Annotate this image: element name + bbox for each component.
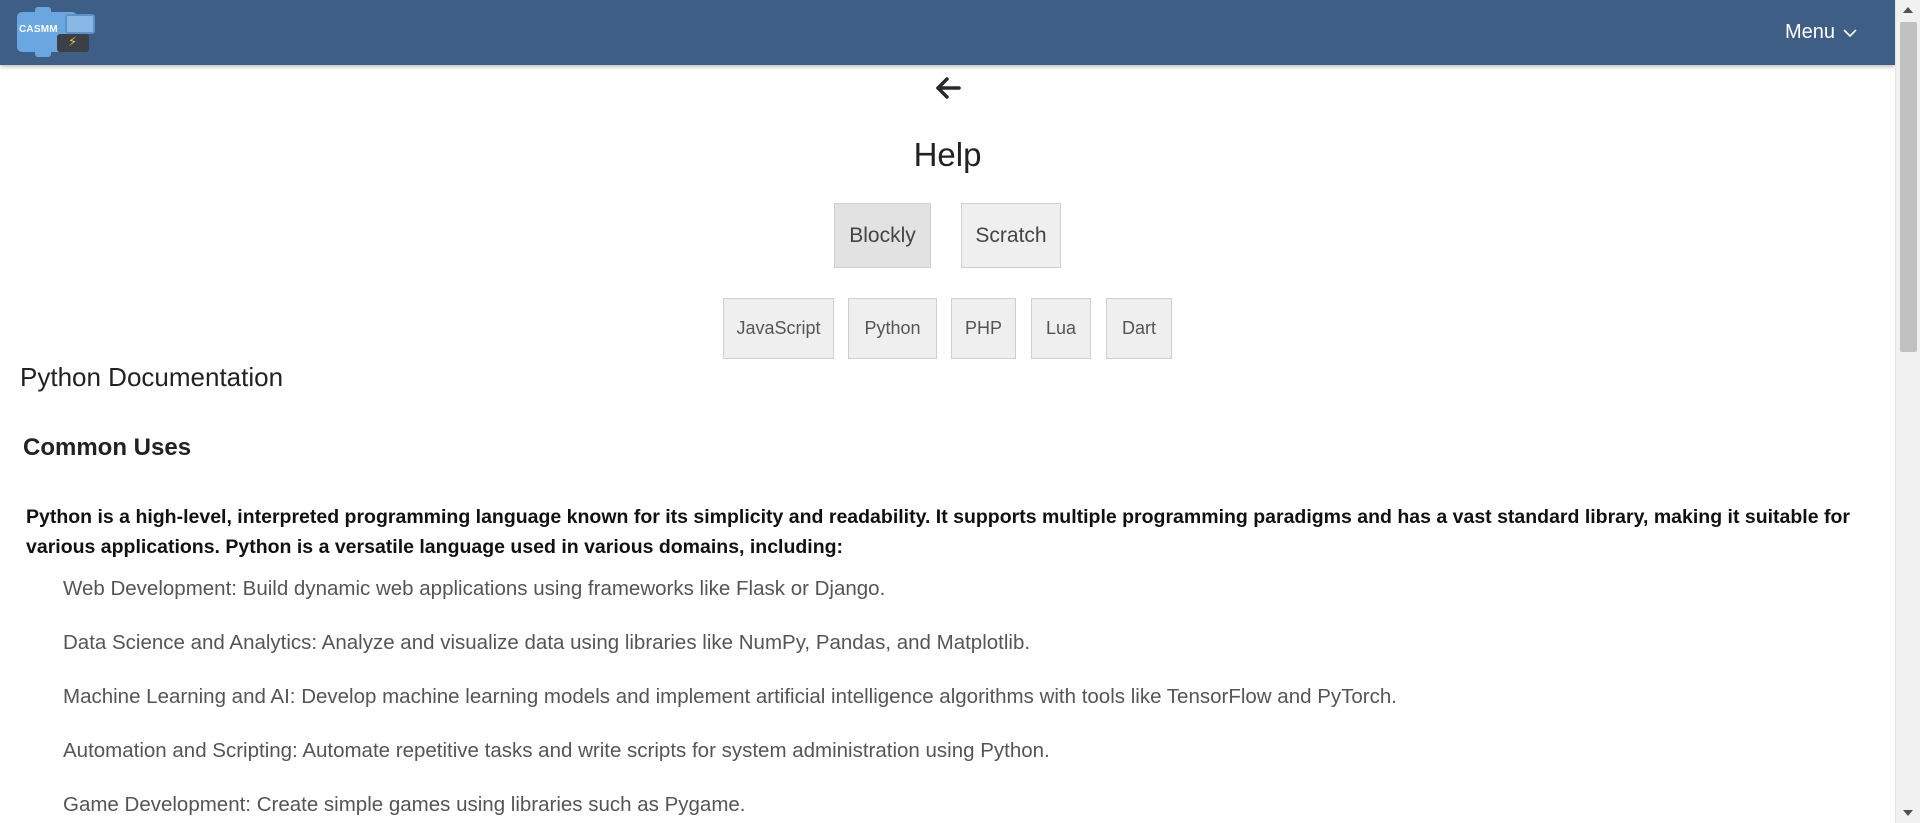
logo-text: CASMM bbox=[19, 23, 58, 35]
logo-puzzle-notch bbox=[35, 6, 51, 15]
lightning-icon: ⚡ bbox=[68, 33, 78, 49]
scroll-down-icon[interactable] bbox=[1903, 810, 1913, 816]
uses-list: Web Development: Build dynamic web appli… bbox=[63, 575, 1397, 823]
chevron-down-icon bbox=[1843, 28, 1857, 37]
list-item: Data Science and Analytics: Analyze and … bbox=[63, 631, 1031, 654]
menu-label: Menu bbox=[1784, 21, 1835, 43]
logo-screen-shape bbox=[65, 13, 95, 34]
scrollbar-thumb[interactable] bbox=[1900, 22, 1917, 352]
tab-scratch[interactable]: Scratch bbox=[961, 203, 1061, 268]
list-item: Web Development: Build dynamic web appli… bbox=[63, 577, 886, 600]
top-navbar: ⚡ CASMM Menu bbox=[0, 0, 1895, 65]
menu-button[interactable]: Menu bbox=[1785, 21, 1857, 44]
scroll-up-icon[interactable] bbox=[1903, 7, 1913, 13]
arrow-left-icon bbox=[936, 77, 961, 99]
lang-button-python[interactable]: Python bbox=[848, 298, 937, 359]
lang-button-dart[interactable]: Dart bbox=[1106, 298, 1172, 359]
lang-button-lua[interactable]: Lua bbox=[1031, 298, 1091, 359]
back-button[interactable] bbox=[933, 73, 963, 103]
list-item: Game Development: Create simple games us… bbox=[63, 793, 746, 816]
lang-button-php[interactable]: PHP bbox=[951, 298, 1016, 359]
section-title: Common Uses bbox=[23, 434, 192, 461]
logo-puzzle-tab bbox=[35, 48, 51, 57]
intro-paragraph: Python is a high-level, interpreted prog… bbox=[26, 506, 1850, 558]
casmm-logo-icon[interactable]: ⚡ CASMM bbox=[17, 6, 97, 58]
page-title: Help bbox=[913, 136, 982, 173]
doc-title: Python Documentation bbox=[20, 362, 284, 392]
list-item: Machine Learning and AI: Develop machine… bbox=[63, 685, 1397, 708]
tab-blockly[interactable]: Blockly bbox=[834, 203, 931, 268]
list-item: Automation and Scripting: Automate repet… bbox=[63, 739, 1050, 762]
lang-button-javascript[interactable]: JavaScript bbox=[723, 298, 834, 359]
vertical-scrollbar[interactable] bbox=[1895, 0, 1920, 823]
